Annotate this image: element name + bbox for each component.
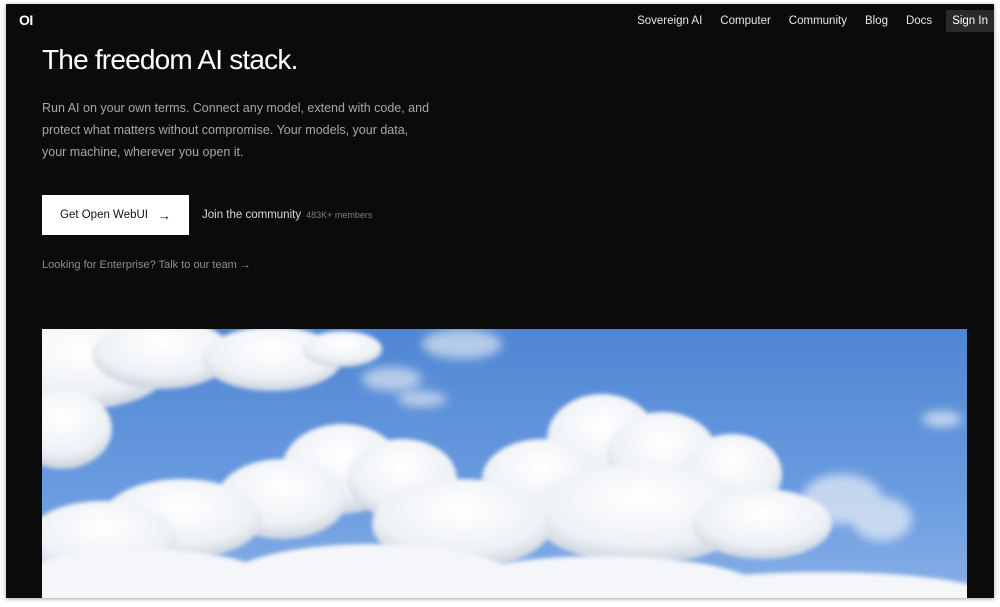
sign-in-button[interactable]: Sign In [946, 10, 994, 32]
cta-row: Get Open WebUI → Join the community 483K… [42, 195, 372, 235]
member-count: 483K+ members [306, 210, 373, 220]
hero-title: The freedom AI stack. [42, 44, 298, 75]
enterprise-link[interactable]: Looking for Enterprise? Talk to our team… [42, 259, 251, 271]
get-open-webui-button[interactable]: Get Open WebUI → [42, 195, 189, 235]
nav-community[interactable]: Community [789, 15, 847, 27]
sky-clouds-image [42, 329, 967, 598]
browser-viewport: OI Sovereign AI Computer Community Blog … [6, 4, 994, 598]
cta-label: Get Open WebUI [60, 209, 148, 221]
arrow-right-icon: → [158, 207, 171, 223]
logo[interactable]: OI [19, 12, 33, 28]
nav-docs[interactable]: Docs [906, 15, 932, 27]
nav-sovereign-ai[interactable]: Sovereign AI [637, 15, 702, 27]
nav-computer[interactable]: Computer [720, 15, 771, 27]
top-nav: Sovereign AI Computer Community Blog Doc… [619, 8, 994, 34]
hero-subtitle: Run AI on your own terms. Connect any mo… [42, 101, 430, 159]
hero-image [42, 329, 967, 598]
join-community-link[interactable]: Join the community [202, 209, 301, 221]
nav-blog[interactable]: Blog [865, 15, 888, 27]
